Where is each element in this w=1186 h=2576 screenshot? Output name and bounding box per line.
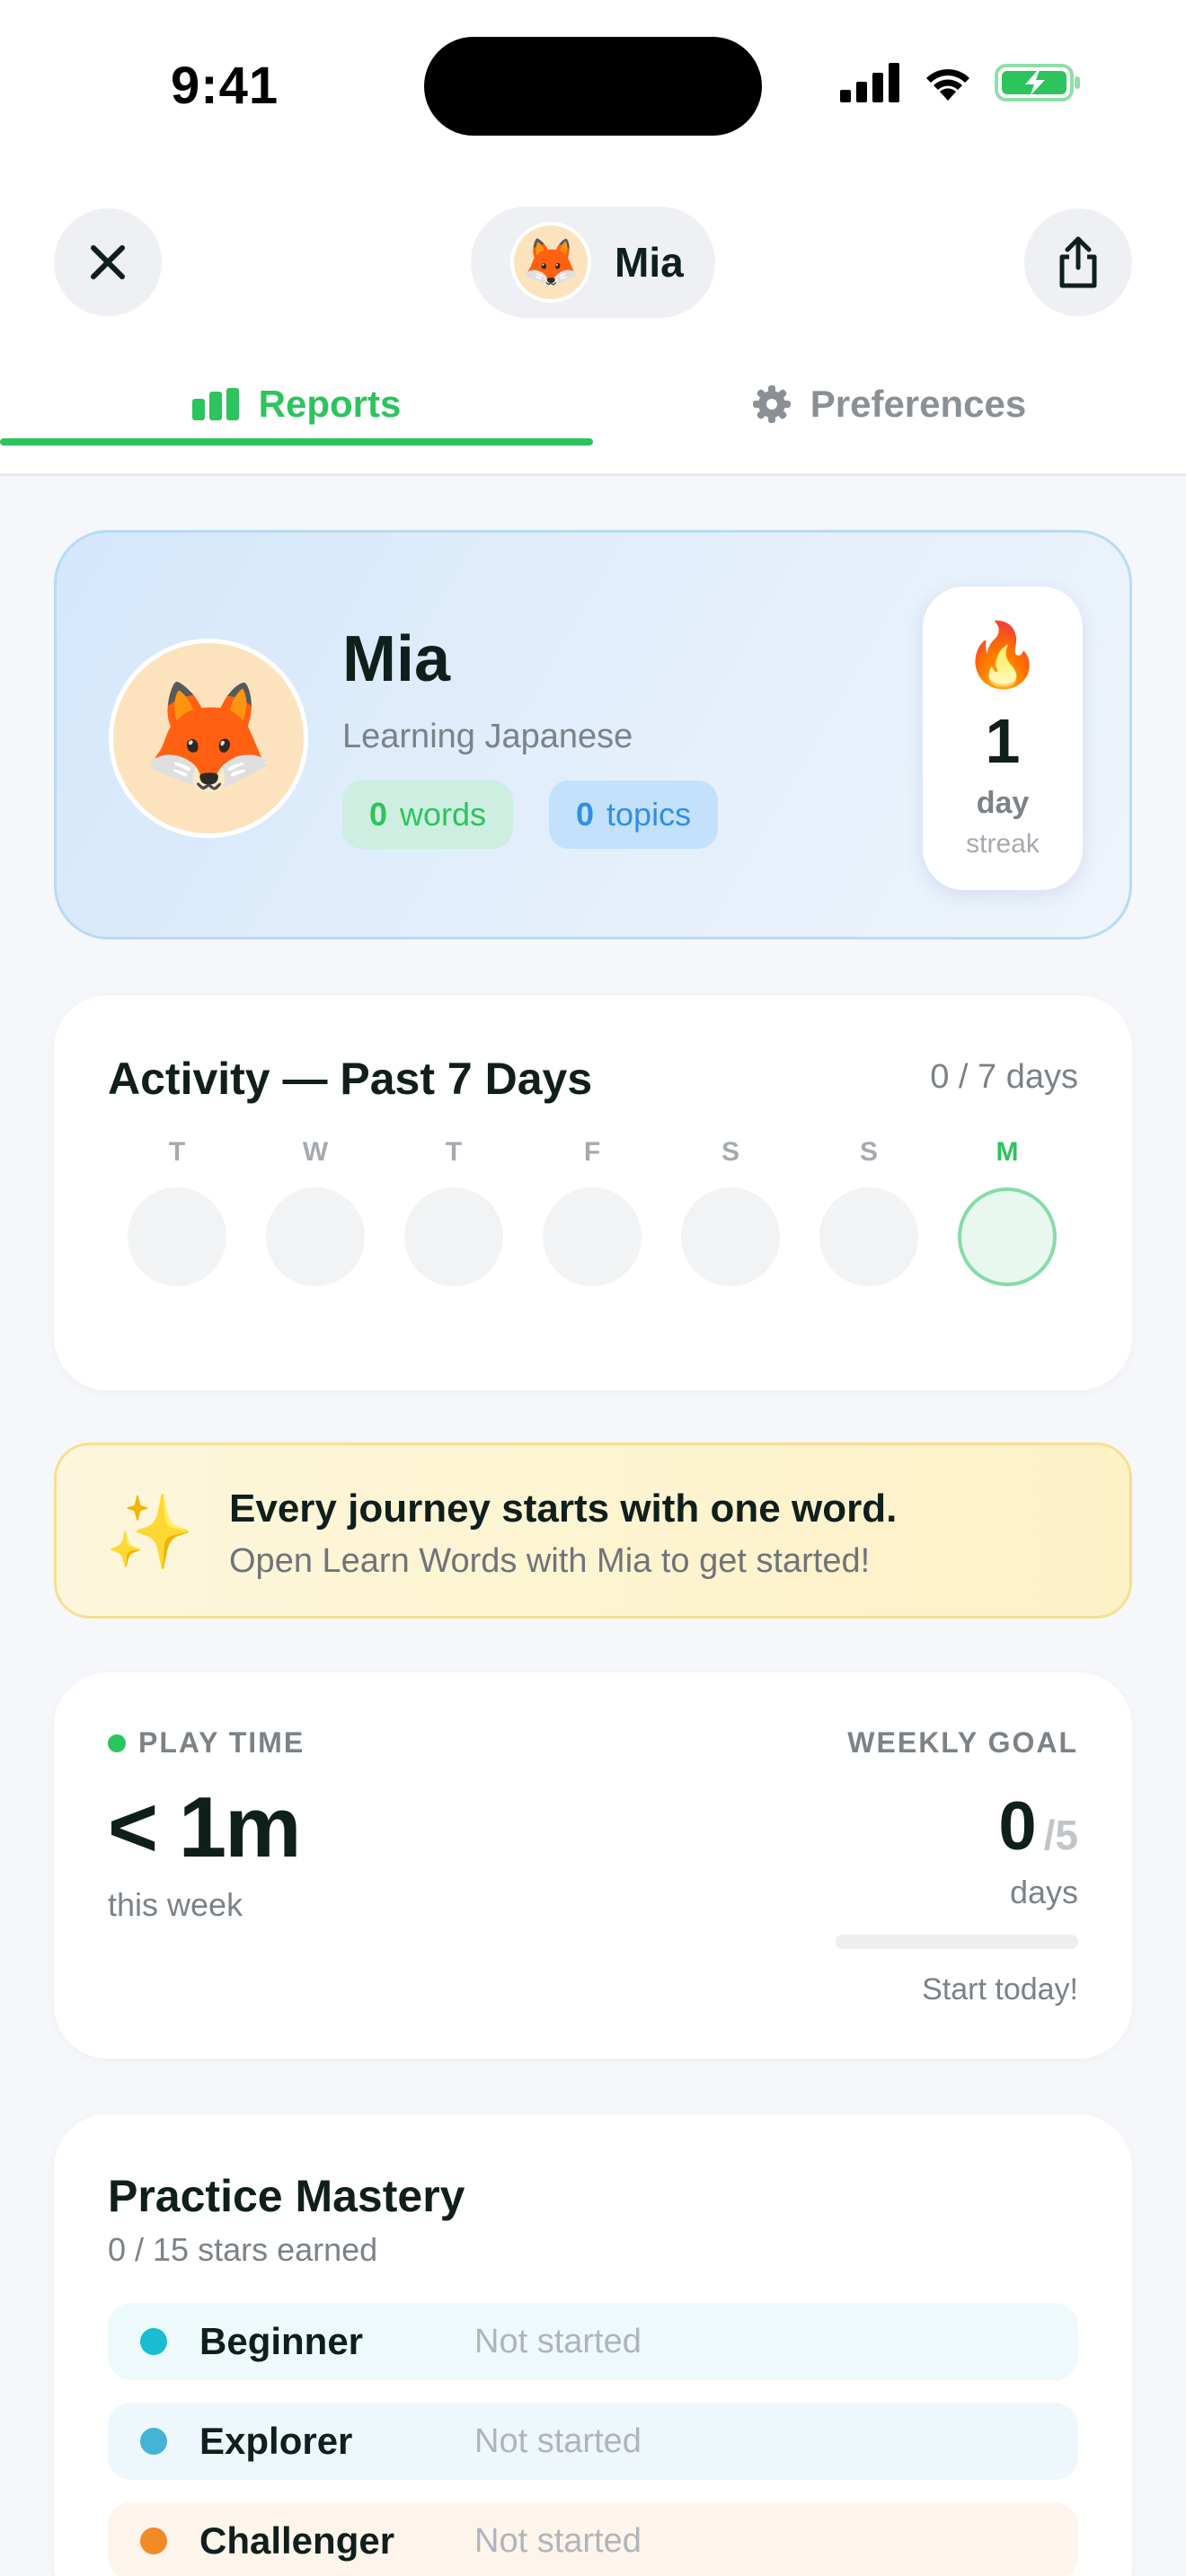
topics-count: 0 [576, 796, 595, 833]
mastery-stars: 0 / 15 stars earned [108, 2231, 378, 2268]
activity-days: T W T F S S M [128, 1137, 1071, 1290]
level-name: Challenger [199, 2519, 395, 2562]
profile-card: 🦊 Mia Learning Japanese 0 words 0 topics… [54, 530, 1132, 940]
avatar: 🦊 [510, 222, 591, 303]
goal-unit: days [1009, 1874, 1078, 1910]
tab-label: Reports [258, 383, 402, 425]
wifi-icon [926, 69, 969, 101]
day-column: T [128, 1137, 226, 1290]
level-dot [140, 2527, 167, 2554]
activity-title: Activity — Past 7 Days [108, 1054, 593, 1104]
day-indicator [404, 1187, 503, 1286]
play-time-card: PLAY TIME < 1m this week WEEKLY GOAL 0 /… [54, 1672, 1132, 2059]
play-time-value: < 1m [108, 1779, 301, 1875]
activity-card: Activity — Past 7 Days 0 / 7 days T W T … [54, 995, 1132, 1390]
day-indicator [819, 1187, 918, 1286]
profile-name: Mia [615, 239, 684, 286]
tab-preferences[interactable]: Preferences [593, 350, 1186, 458]
words-count: 0 [369, 796, 388, 833]
bar-chart-icon [191, 388, 239, 420]
share-icon [1059, 236, 1097, 288]
gear-icon [752, 385, 791, 423]
day-column: F [543, 1137, 642, 1290]
status-dot [108, 1734, 126, 1752]
level-status: Not started [474, 2521, 642, 2560]
day-indicator [681, 1187, 780, 1286]
goal-total: /5 [1043, 1812, 1078, 1858]
banner-title: Every journey starts with one word. [229, 1486, 898, 1531]
banner-subtitle: Open Learn Words with Mia to get started… [229, 1542, 871, 1580]
day-letter: F [583, 1137, 601, 1167]
day-indicator [543, 1187, 642, 1286]
app-screen: 9:41 🦊 Mia Reports Preferences 🦊 Mia Lea… [0, 0, 1186, 2576]
level-dot [140, 2328, 167, 2355]
activity-count: 0 / 7 days [930, 1058, 1078, 1096]
day-letter: S [721, 1137, 739, 1167]
goal-current: 0 [998, 1788, 1037, 1865]
day-column: S [681, 1137, 780, 1290]
profile-switcher[interactable]: 🦊 Mia [471, 207, 715, 318]
sparkles-icon: ✨ [105, 1492, 195, 1572]
day-letter: M [996, 1137, 1019, 1167]
level-row-beginner[interactable]: Beginner Not started [108, 2303, 1078, 2380]
fire-icon: 🔥 [963, 620, 1042, 690]
day-letter: W [302, 1137, 329, 1167]
level-name: Explorer [199, 2420, 353, 2462]
dynamic-island [424, 37, 762, 136]
day-column: W [266, 1137, 365, 1290]
day-letter: S [859, 1137, 878, 1167]
level-row-challenger[interactable]: Challenger Not started [108, 2502, 1078, 2576]
play-time-label-text: PLAY TIME [138, 1726, 305, 1759]
weekly-goal-label: WEEKLY GOAL [847, 1726, 1078, 1759]
tab-label: Preferences [810, 383, 1027, 425]
close-button[interactable] [54, 208, 162, 316]
day-column-today: M [958, 1137, 1057, 1290]
mastery-title: Practice Mastery [108, 2171, 465, 2221]
level-name: Beginner [199, 2320, 364, 2362]
level-dot [140, 2428, 167, 2455]
level-status: Not started [474, 2322, 642, 2360]
day-letter: T [168, 1137, 186, 1167]
header: 🦊 Mia [0, 171, 1186, 350]
streak-label: streak [966, 829, 1040, 859]
tab-indicator [0, 438, 593, 446]
battery-charging-icon [995, 64, 1080, 101]
close-icon [91, 245, 125, 279]
day-letter: T [445, 1137, 463, 1167]
encouragement-banner[interactable]: ✨ Every journey starts with one word. Op… [54, 1442, 1132, 1619]
day-indicator [128, 1187, 226, 1286]
day-indicator [266, 1187, 365, 1286]
streak-badge: 🔥 1 day streak [923, 587, 1083, 890]
day-indicator [958, 1187, 1057, 1286]
streak-unit: day [976, 786, 1030, 820]
share-button[interactable] [1024, 208, 1132, 316]
words-label: words [400, 796, 487, 833]
day-column: S [819, 1137, 918, 1290]
streak-count: 1 [985, 706, 1021, 776]
play-time-period: this week [108, 1886, 243, 1923]
words-chip: 0 words [342, 781, 514, 849]
cellular-signal-icon [840, 63, 899, 102]
topics-label: topics [606, 796, 692, 833]
goal-hint: Start today! [922, 1972, 1078, 2007]
level-status: Not started [474, 2422, 642, 2460]
level-row-explorer[interactable]: Explorer Not started [108, 2403, 1078, 2480]
day-column: T [404, 1137, 503, 1290]
topics-chip: 0 topics [549, 781, 719, 849]
tab-bar: Reports Preferences [0, 350, 1186, 476]
learner-name: Mia [342, 623, 451, 695]
status-icons [840, 63, 1081, 102]
play-time-label: PLAY TIME [108, 1726, 305, 1760]
avatar: 🦊 [109, 639, 308, 838]
goal-progress-bar [836, 1935, 1078, 1949]
practice-mastery-card: Practice Mastery 0 / 15 stars earned Beg… [54, 2114, 1132, 2576]
learning-language: Learning Japanese [342, 718, 633, 755]
status-time: 9:41 [171, 57, 279, 115]
status-bar: 9:41 [0, 0, 1186, 171]
weekly-goal-value: 0 /5 [998, 1787, 1078, 1866]
